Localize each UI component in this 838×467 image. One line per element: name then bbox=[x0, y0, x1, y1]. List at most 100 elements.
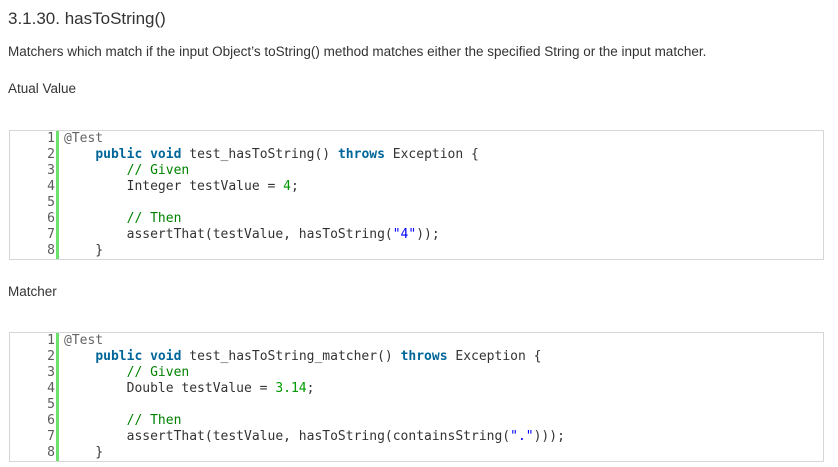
page-title: 3.1.30. hasToString() bbox=[8, 9, 166, 28]
code-token: // Then bbox=[126, 211, 182, 226]
line-number: 1 bbox=[47, 131, 55, 146]
code-text: // Then bbox=[64, 211, 182, 227]
gutter-bar bbox=[56, 163, 59, 179]
code-token: test_hasToString() bbox=[181, 147, 338, 162]
line-number: 1 bbox=[47, 333, 55, 348]
code-text: // Then bbox=[64, 413, 182, 429]
gutter-bar bbox=[56, 413, 59, 429]
code-block-matcher: 1 @Test 2 public void test_hasToString_mat… bbox=[9, 332, 824, 462]
code-text bbox=[64, 195, 72, 211]
code-token: Integer testValue = bbox=[64, 179, 284, 194]
code-line: 7 assertThat(testValue, hasToString("4")… bbox=[10, 227, 823, 243]
code-token: Exception { bbox=[447, 349, 542, 364]
section-label-actual-value: Atual Value bbox=[8, 81, 77, 96]
line-number: 4 bbox=[47, 381, 55, 396]
code-token: } bbox=[64, 445, 104, 460]
code-line: 8 } bbox=[10, 445, 823, 461]
code-token: // Then bbox=[126, 413, 182, 428]
code-token: ))); bbox=[533, 429, 565, 444]
code-token: // Given bbox=[126, 163, 190, 178]
line-number: 8 bbox=[47, 445, 55, 460]
line-number: 5 bbox=[47, 397, 55, 412]
code-token: "4" bbox=[392, 227, 417, 242]
code-line: 8 } bbox=[10, 243, 823, 259]
line-number: 8 bbox=[47, 243, 55, 258]
gutter-bar bbox=[56, 131, 59, 147]
code-token: throws bbox=[400, 349, 448, 364]
line-number: 6 bbox=[47, 413, 55, 428]
code-line: 6 // Then bbox=[10, 413, 823, 429]
gutter-bar bbox=[56, 429, 59, 445]
code-token: public bbox=[95, 147, 143, 162]
code-text: @Test bbox=[64, 131, 103, 147]
code-token: ; bbox=[290, 179, 299, 194]
line-number: 7 bbox=[47, 429, 55, 444]
code-line: 3 // Given bbox=[10, 365, 823, 381]
description-text: Matchers which match if the input Object… bbox=[8, 44, 707, 59]
code-token: public bbox=[95, 349, 143, 364]
code-token: ; bbox=[306, 381, 315, 396]
code-token: )); bbox=[416, 227, 440, 242]
line-number: 2 bbox=[47, 349, 55, 364]
code-line: 4 Double testValue = 3.14; bbox=[10, 381, 823, 397]
code-line: 3 // Given bbox=[10, 163, 823, 179]
line-number: 3 bbox=[47, 163, 55, 178]
code-text: } bbox=[64, 445, 103, 461]
code-text: // Given bbox=[64, 365, 190, 381]
code-line: 5 bbox=[10, 397, 823, 413]
code-text: assertThat(testValue, hasToString("4")); bbox=[64, 227, 440, 243]
code-text: assertThat(testValue, hasToString(contai… bbox=[64, 429, 565, 445]
code-text: Double testValue = 3.14; bbox=[64, 381, 315, 397]
code-line: 1 @Test bbox=[10, 333, 823, 349]
gutter-bar bbox=[56, 333, 59, 349]
gutter-bar bbox=[56, 445, 59, 461]
gutter-bar bbox=[56, 397, 59, 413]
gutter-bar bbox=[56, 381, 59, 397]
code-token: @Test bbox=[64, 333, 104, 348]
line-number: 7 bbox=[47, 227, 55, 242]
code-line: 5 bbox=[10, 195, 823, 211]
gutter-bar bbox=[56, 365, 59, 381]
line-number: 2 bbox=[47, 147, 55, 162]
code-text: @Test bbox=[64, 333, 103, 349]
gutter-bar bbox=[56, 211, 59, 227]
code-text: } bbox=[64, 243, 103, 259]
code-token: test_hasToString_matcher() bbox=[181, 349, 401, 364]
code-line: 2 public void test_hasToString() throws … bbox=[10, 147, 823, 163]
code-token: void bbox=[150, 349, 182, 364]
gutter-bar bbox=[56, 179, 59, 195]
code-line: 2 public void test_hasToString_matcher()… bbox=[10, 349, 823, 365]
code-line: 4 Integer testValue = 4; bbox=[10, 179, 823, 195]
code-line: 6 // Then bbox=[10, 211, 823, 227]
code-token: throws bbox=[337, 147, 385, 162]
code-token: assertThat(testValue, hasToString( bbox=[64, 227, 393, 242]
code-token: @Test bbox=[64, 131, 104, 146]
code-token: "." bbox=[510, 429, 534, 444]
code-line: 1 @Test bbox=[10, 131, 823, 147]
line-number: 6 bbox=[47, 211, 55, 226]
code-text: // Given bbox=[64, 163, 190, 179]
line-number: 5 bbox=[47, 195, 55, 210]
gutter-bar bbox=[56, 147, 59, 163]
code-text bbox=[64, 397, 72, 413]
code-token: } bbox=[64, 243, 104, 258]
section-label-matcher: Matcher bbox=[8, 284, 57, 299]
line-number: 3 bbox=[47, 365, 55, 380]
code-text: public void test_hasToString() throws Ex… bbox=[64, 147, 479, 163]
code-token: 4 bbox=[283, 179, 291, 194]
gutter-bar bbox=[56, 227, 59, 243]
code-token: void bbox=[150, 147, 182, 162]
code-token: Double testValue = bbox=[64, 381, 276, 396]
code-token: assertThat(testValue, hasToString(contai… bbox=[64, 429, 511, 444]
code-token: Exception { bbox=[384, 147, 479, 162]
gutter-bar bbox=[56, 195, 59, 211]
code-token: // Given bbox=[126, 365, 190, 380]
code-token: 3.14 bbox=[275, 381, 307, 396]
